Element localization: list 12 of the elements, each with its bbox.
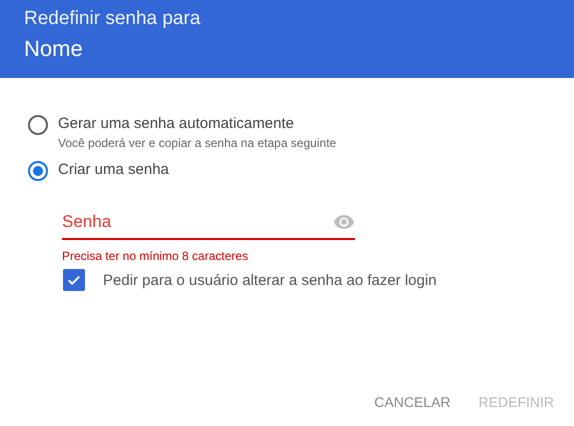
dialog-title: Redefinir senha para [24, 7, 202, 31]
radio-button[interactable] [28, 161, 48, 181]
password-field[interactable]: Senha [62, 212, 333, 232]
option-label: Criar uma senha [58, 160, 169, 180]
checkbox-label: Pedir para o usuário alterar a senha ao fazer login [103, 272, 437, 288]
error-message: Precisa ter no mínimo 8 caracteres [62, 249, 250, 263]
option-label: Gerar uma senha automaticamente [58, 114, 295, 134]
checkbox[interactable] [63, 269, 85, 291]
option-hint: Você poderá ver e copiar a senha na etapa seguinte [58, 135, 336, 152]
user-name: Nome [24, 35, 84, 63]
radio-button[interactable] [28, 115, 48, 135]
dialog-button[interactable]: CANCELAR [366, 388, 459, 416]
